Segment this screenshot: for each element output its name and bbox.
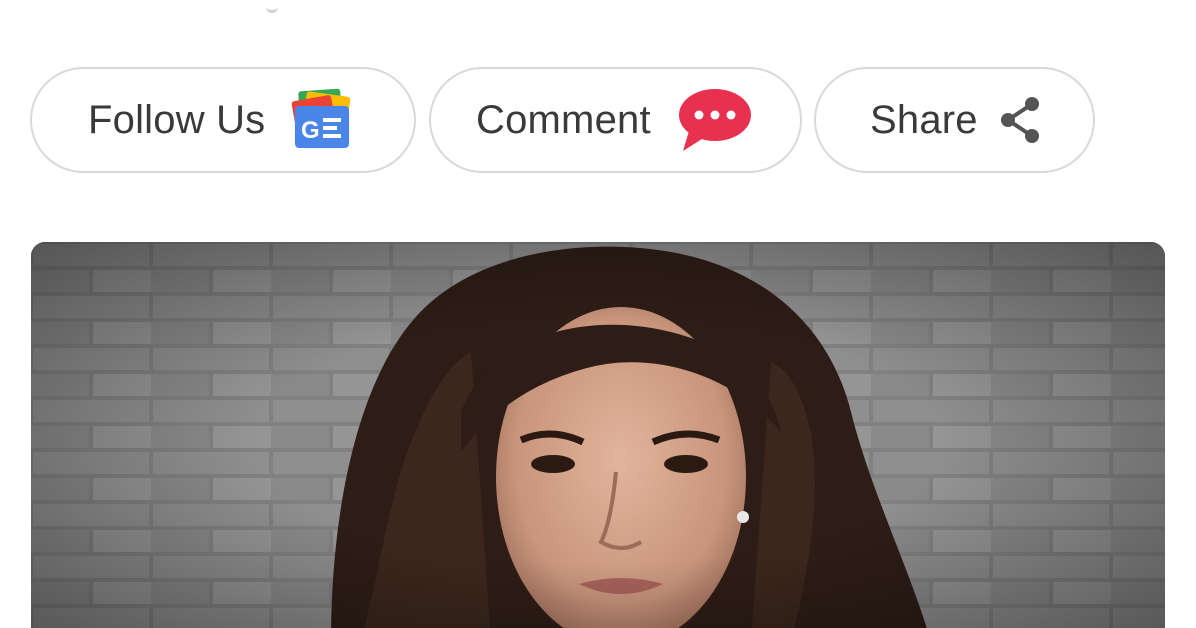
follow-us-label: Follow Us [88, 97, 266, 142]
comment-button[interactable]: Comment [429, 67, 802, 173]
share-icon [996, 94, 1046, 146]
article-page: Follow Us G Comment Share [0, 0, 1196, 628]
share-button[interactable]: Share [814, 67, 1095, 173]
svg-text:G: G [301, 117, 320, 144]
chat-bubble-icon [675, 87, 753, 153]
follow-us-button[interactable]: Follow Us G [30, 67, 416, 173]
google-news-icon: G [285, 88, 361, 152]
partial-glyph [266, 0, 278, 13]
share-label: Share [870, 97, 978, 142]
comment-label: Comment [476, 97, 651, 142]
article-photo [31, 242, 1165, 628]
